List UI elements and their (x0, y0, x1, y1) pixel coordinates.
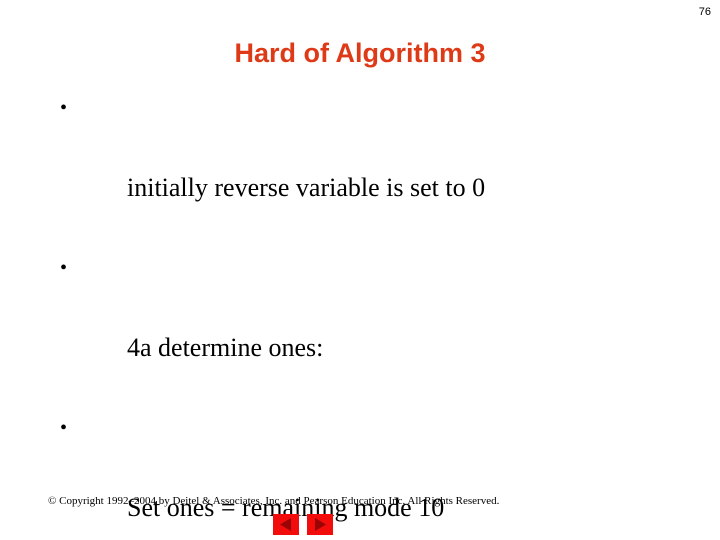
list-item: • 4a determine ones: (52, 248, 672, 408)
page-number: 76 (698, 6, 711, 18)
bullet-dot-icon: • (60, 257, 68, 279)
slide-navigation (273, 514, 337, 536)
list-item: • initially reverse variable is set to 0 (52, 88, 672, 248)
list-item-label: 4a determine ones: (127, 333, 324, 362)
triangle-left-icon (280, 518, 291, 531)
bullet-list: • initially reverse variable is set to 0… (52, 88, 672, 540)
list-item-label: initially reverse variable is set to 0 (127, 173, 486, 202)
bullet-dot-icon: • (60, 97, 68, 119)
next-slide-button[interactable] (307, 514, 333, 535)
triangle-right-icon (315, 518, 326, 531)
slide-canvas: 76 Hard of Algorithm 3 • initially rever… (0, 0, 720, 540)
page-title: Hard of Algorithm 3 (234, 38, 486, 68)
list-item: • Set ones = remaining mode 10 (52, 408, 672, 540)
previous-slide-button[interactable] (273, 514, 299, 535)
copyright-notice: © Copyright 1992–2004 by Deitel & Associ… (48, 495, 500, 507)
bullet-dot-icon: • (60, 417, 68, 439)
